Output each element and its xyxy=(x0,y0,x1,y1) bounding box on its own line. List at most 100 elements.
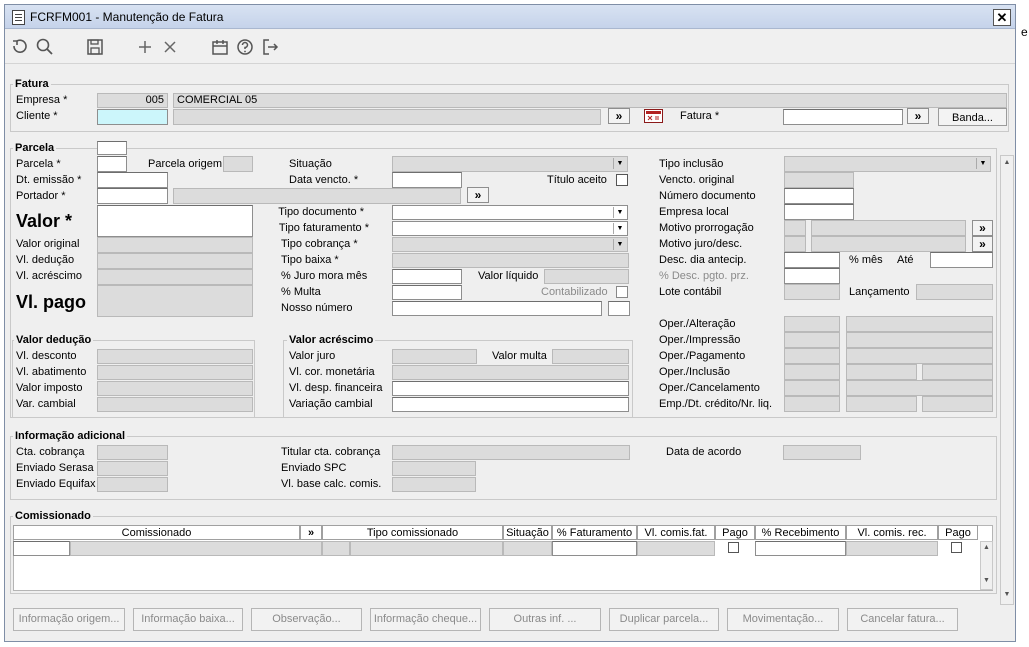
ate-input[interactable] xyxy=(930,252,993,268)
add-icon[interactable] xyxy=(135,37,155,57)
save-icon[interactable] xyxy=(85,37,105,57)
col-lookup-button[interactable]: » xyxy=(300,525,322,540)
desc-pgto-label: % Desc. pgto. prz. xyxy=(659,270,749,282)
col-pago-rec: Pago xyxy=(938,525,978,540)
nosso-numero-label: Nosso número xyxy=(281,302,353,314)
oper-pagamento-date xyxy=(846,348,993,364)
col-vl-comis-fat: Vl. comis.fat. xyxy=(637,525,715,540)
numero-documento-input[interactable] xyxy=(784,188,854,204)
portador-code-input[interactable] xyxy=(97,188,168,204)
close-button[interactable]: ✕ xyxy=(993,9,1011,26)
exit-icon[interactable] xyxy=(260,37,280,57)
situacao-select[interactable]: ▼ xyxy=(392,156,628,172)
desp-financeira-input[interactable] xyxy=(392,381,629,396)
row-vl-comis-rec xyxy=(846,541,938,556)
valor-input[interactable] xyxy=(97,205,253,237)
valor-liquido-field xyxy=(544,269,629,284)
portador-lookup-button[interactable]: » xyxy=(467,187,489,203)
informacao-origem-button[interactable]: Informação origem... xyxy=(13,608,125,631)
empresa-name-field[interactable]: COMERCIAL 05 xyxy=(173,93,1007,108)
titular-cta-label: Titular cta. cobrança xyxy=(281,446,381,458)
motivo-juro-lookup-button[interactable]: » xyxy=(972,236,993,252)
banda-button[interactable]: Banda... xyxy=(938,108,1007,126)
movimentacao-button[interactable]: Movimentação... xyxy=(727,608,839,631)
cancelar-fatura-button[interactable]: Cancelar fatura... xyxy=(847,608,958,631)
enviado-spc-label: Enviado SPC xyxy=(281,462,347,474)
delete-icon[interactable] xyxy=(160,37,180,57)
help-icon[interactable] xyxy=(235,37,255,57)
row-comissionado-code-input[interactable] xyxy=(13,541,70,556)
titulo-aceito-checkbox[interactable] xyxy=(616,174,628,186)
vl-abatimento-label: Vl. abatimento xyxy=(16,366,87,378)
grid-scroll-up-icon[interactable]: ▲ xyxy=(981,543,992,553)
desc-dia-antecip-input[interactable] xyxy=(784,252,840,268)
form-scrollbar[interactable] xyxy=(1000,155,1014,605)
empresa-code-field[interactable]: 005 xyxy=(97,93,168,108)
vl-desconto-label: Vl. desconto xyxy=(16,350,77,362)
search-icon[interactable] xyxy=(35,37,55,57)
cliente-code-input[interactable] xyxy=(97,109,168,125)
oper-pagamento-user xyxy=(784,348,840,364)
parcela-input[interactable] xyxy=(97,156,127,172)
cta-cobranca-label: Cta. cobrança xyxy=(16,446,85,458)
variacao-cambial-input[interactable] xyxy=(392,397,629,412)
cliente-name-field xyxy=(173,109,601,125)
col-pct-recebimento: % Recebimento xyxy=(755,525,846,540)
grid-scroll-down-icon[interactable]: ▼ xyxy=(981,576,992,586)
tipo-inclusao-dropdown-arrow-icon: ▼ xyxy=(976,158,989,169)
nosso-numero-input[interactable] xyxy=(392,301,602,316)
vl-deducao-label: Vl. dedução xyxy=(16,254,75,266)
situacao-label: Situação xyxy=(289,158,332,170)
tipo-documento-select[interactable]: ▼ xyxy=(392,205,628,220)
motivo-juro-label: Motivo juro/desc. xyxy=(659,238,743,250)
calendar-icon[interactable] xyxy=(210,37,230,57)
tipo-faturamento-select[interactable]: ▼ xyxy=(392,221,628,236)
juro-mora-input[interactable] xyxy=(392,269,462,284)
observacao-button[interactable]: Observação... xyxy=(251,608,362,631)
juro-mora-label: % Juro mora mês xyxy=(281,270,368,282)
tipo-inclusao-select[interactable]: ▼ xyxy=(784,156,991,172)
informacao-adicional-section-title: Informação adicional xyxy=(13,430,128,443)
fatura-lookup-button[interactable]: » xyxy=(907,108,929,124)
enviado-spc-field xyxy=(392,461,476,476)
form-scroll-up-icon[interactable]: ▲ xyxy=(1001,158,1013,168)
calculator-icon[interactable] xyxy=(644,109,663,123)
vl-desconto-field xyxy=(97,349,253,364)
data-acordo-label: Data de acordo xyxy=(666,446,742,458)
contabilizado-label: Contabilizado xyxy=(541,286,608,298)
cliente-lookup-button[interactable]: » xyxy=(608,108,630,124)
col-comissionado: Comissionado xyxy=(13,525,300,540)
multa-input[interactable] xyxy=(392,285,462,300)
nosso-numero-digit-input[interactable] xyxy=(608,301,630,316)
pct-mes-label: % mês xyxy=(849,254,883,266)
oper-alteracao-user xyxy=(784,316,840,332)
fatura-input[interactable] xyxy=(783,109,903,125)
row-pct-faturamento-input[interactable] xyxy=(552,541,637,556)
outras-inf-button[interactable]: Outras inf. ... xyxy=(489,608,601,631)
tipo-cobranca-select[interactable]: ▼ xyxy=(392,237,628,252)
row-pago-fat-checkbox[interactable] xyxy=(728,542,739,553)
informacao-cheque-button[interactable]: Informação cheque... xyxy=(370,608,481,631)
refresh-icon[interactable] xyxy=(9,37,29,57)
lote-contabil-label: Lote contábil xyxy=(659,286,722,298)
oper-impressao-label: Oper./Impressão xyxy=(659,334,741,346)
row-pago-rec-checkbox[interactable] xyxy=(951,542,962,553)
duplicar-parcela-button[interactable]: Duplicar parcela... xyxy=(609,608,719,631)
cliente-label: Cliente * xyxy=(16,110,58,122)
desc-pgto-input[interactable] xyxy=(784,268,840,284)
row-pct-recebimento-input[interactable] xyxy=(755,541,846,556)
data-vencto-input[interactable] xyxy=(392,172,462,188)
tipo-documento-label: Tipo documento * xyxy=(278,206,364,218)
empresa-local-input[interactable] xyxy=(784,204,854,220)
tipo-faturamento-label: Tipo faturamento * xyxy=(278,222,369,234)
valor-imposto-field xyxy=(97,381,253,396)
informacao-baixa-button[interactable]: Informação baixa... xyxy=(133,608,243,631)
motivo-prorrogacao-lookup-button[interactable]: » xyxy=(972,220,993,236)
form-scroll-down-icon[interactable]: ▼ xyxy=(1001,590,1013,600)
contabilizado-checkbox[interactable] xyxy=(616,286,628,298)
dt-emissao-input[interactable] xyxy=(97,172,168,188)
valor-imposto-label: Valor imposto xyxy=(16,382,83,394)
portador-label: Portador * xyxy=(16,190,66,202)
ate-label: Até xyxy=(897,254,914,266)
motivo-prorrogacao-label: Motivo prorrogação xyxy=(659,222,754,234)
